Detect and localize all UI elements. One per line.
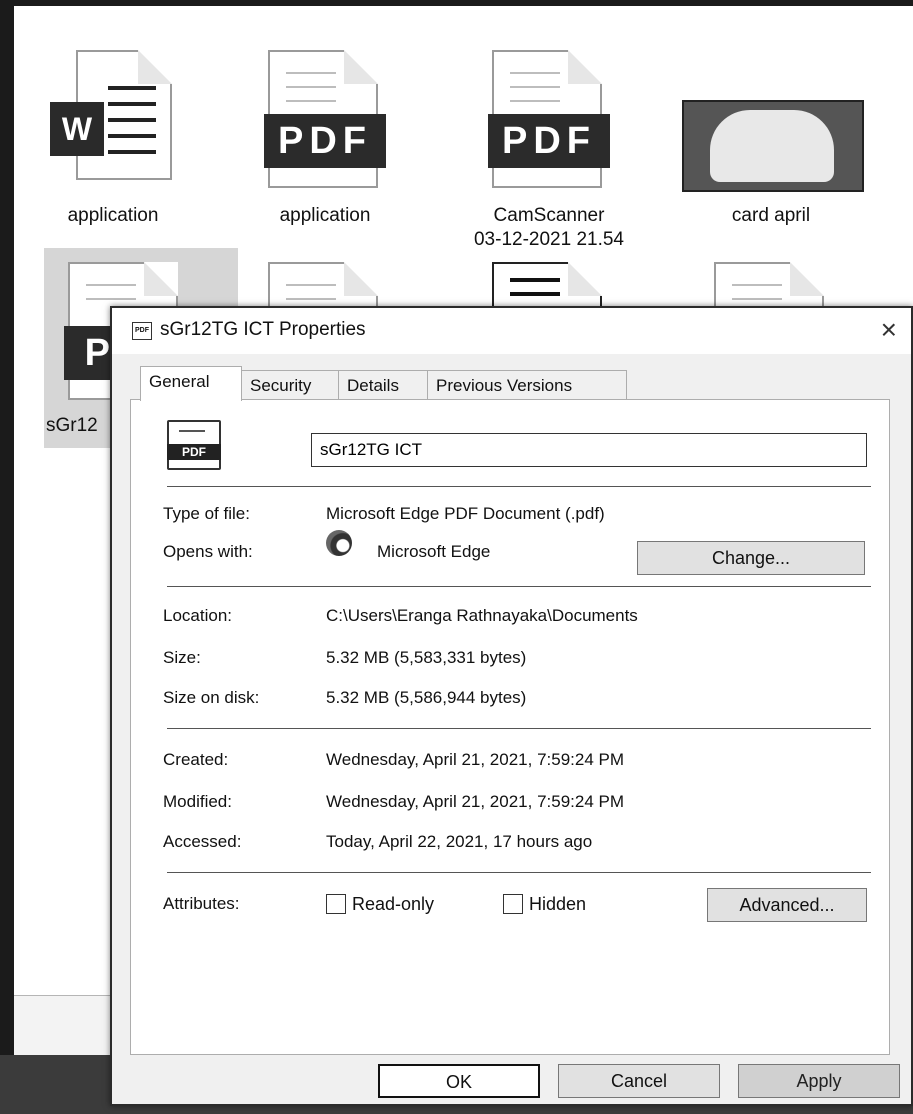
dialog-title: sGr12TG ICT Properties — [160, 319, 366, 340]
image-thumbnail-icon — [682, 46, 864, 196]
created-label: Created: — [163, 750, 229, 769]
pdf-file-small-icon: PDF — [132, 322, 152, 340]
separator — [167, 728, 871, 729]
modified-label: Modified: — [163, 792, 232, 811]
pdf-file-icon: PDF — [464, 46, 634, 196]
accessed-label: Accessed: — [163, 832, 242, 851]
type-of-file-label: Type of file: — [163, 504, 250, 523]
properties-dialog: PDF sGr12TG ICT Properties × General Sec… — [110, 306, 913, 1106]
tab-previous-versions[interactable]: Previous Versions — [427, 370, 627, 400]
file-label: CamScanner 03-12-2021 21.54 — [473, 205, 624, 250]
location-label: Location: — [163, 606, 232, 625]
accessed-value: Today, April 22, 2021, 17 hours ago — [326, 832, 593, 851]
size-on-disk-label: Size on disk: — [163, 688, 260, 707]
tab-details[interactable]: Details — [338, 370, 428, 400]
advanced-button[interactable]: Advanced... — [707, 888, 867, 922]
file-item-application-word[interactable]: W application — [28, 46, 198, 228]
attributes-label: Attributes: — [163, 894, 240, 913]
tab-security[interactable]: Security — [241, 370, 339, 400]
type-of-file-value: Microsoft Edge PDF Document (.pdf) — [326, 504, 605, 523]
hidden-checkbox[interactable]: Hidden — [503, 894, 586, 915]
readonly-checkbox[interactable]: Read-only — [326, 894, 434, 915]
apply-button[interactable]: Apply — [738, 1064, 900, 1098]
separator — [167, 872, 871, 873]
location-value: C:\Users\Eranga Rathnayaka\Documents — [326, 606, 638, 625]
size-on-disk-value: 5.32 MB (5,586,944 bytes) — [326, 688, 527, 707]
size-value: 5.32 MB (5,583,331 bytes) — [326, 648, 527, 667]
opens-with-label: Opens with: — [163, 542, 253, 561]
cancel-button[interactable]: Cancel — [558, 1064, 720, 1098]
close-icon[interactable]: × — [881, 314, 897, 346]
file-label: application — [67, 205, 159, 226]
file-label: card april — [731, 205, 811, 226]
file-item-card-april[interactable]: card april — [682, 46, 864, 228]
word-document-icon: W — [28, 46, 198, 196]
file-item-application-pdf[interactable]: PDF application — [240, 46, 410, 228]
general-tab-panel: PDF Type of file: Microsoft Edge PDF Doc… — [130, 399, 890, 1055]
created-value: Wednesday, April 21, 2021, 7:59:24 PM — [326, 750, 625, 769]
pdf-file-icon: PDF — [167, 420, 221, 470]
change-button[interactable]: Change... — [637, 541, 865, 575]
separator — [167, 586, 871, 587]
separator — [167, 486, 871, 487]
edge-browser-icon — [326, 530, 352, 556]
filename-field[interactable] — [311, 433, 867, 467]
file-label: application — [279, 205, 371, 226]
opens-with-value: Microsoft Edge — [377, 542, 491, 561]
size-label: Size: — [163, 648, 201, 667]
pdf-file-icon: PDF — [240, 46, 410, 196]
dialog-titlebar: PDF sGr12TG ICT Properties × — [112, 308, 911, 354]
checkbox-box[interactable] — [326, 894, 346, 914]
ok-button[interactable]: OK — [378, 1064, 540, 1098]
modified-value: Wednesday, April 21, 2021, 7:59:24 PM — [326, 792, 625, 811]
file-item-camscanner[interactable]: PDF CamScanner 03-12-2021 21.54 — [464, 46, 634, 252]
tab-general[interactable]: General — [140, 366, 242, 401]
checkbox-box[interactable] — [503, 894, 523, 914]
dialog-footer: OK Cancel Apply — [112, 1052, 911, 1104]
